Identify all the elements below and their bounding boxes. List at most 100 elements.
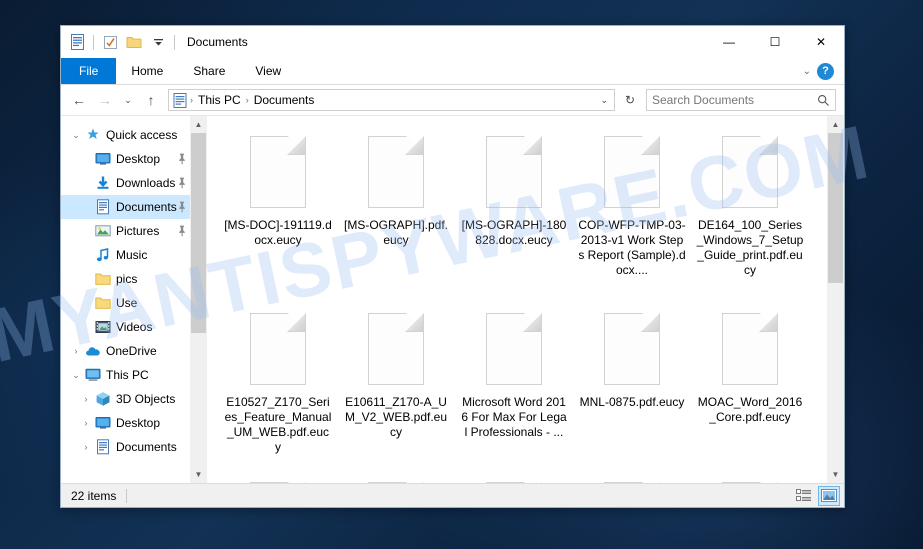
search-input[interactable]: Search Documents xyxy=(652,93,817,107)
view-mode-buttons xyxy=(793,485,840,506)
documents-folder-icon[interactable] xyxy=(65,30,89,54)
file-tile[interactable]: COP-WFP-TMP-03-2013-v1 Work Steps Report… xyxy=(573,128,691,305)
pin-icon[interactable] xyxy=(177,225,187,237)
forward-button[interactable]: → xyxy=(93,88,117,112)
maximize-button[interactable]: ☐ xyxy=(752,26,798,58)
generic-file-icon xyxy=(368,482,424,483)
file-name-label: DE164_100_Series_Windows_7_Setup_Guide_p… xyxy=(696,218,804,277)
file-tile[interactable]: Microsoft Word 2016 For Max For Legal Pr… xyxy=(455,305,573,482)
generic-file-icon xyxy=(486,482,542,483)
sidebar-item-videos[interactable]: ›Videos xyxy=(61,315,207,339)
sidebar-item-documents[interactable]: ›Documents xyxy=(61,195,207,219)
videos-icon xyxy=(93,319,113,335)
breadcrumb[interactable]: › This PC › Documents ⌄ xyxy=(168,89,615,111)
sidebar-item-pictures[interactable]: ›Pictures xyxy=(61,219,207,243)
ribbon-tab-bar: File Home Share View ⌄ ? xyxy=(61,58,844,85)
chevron-down-icon[interactable]: ⌄ xyxy=(69,130,83,141)
breadcrumb-item-documents[interactable]: Documents xyxy=(252,93,317,107)
music-icon xyxy=(93,247,113,263)
sidebar-item-label: OneDrive xyxy=(106,344,157,358)
file-name-label: Microsoft Word 2016 For Max For Legal Pr… xyxy=(461,395,567,439)
scroll-thumb[interactable] xyxy=(828,133,843,283)
file-tile-partial[interactable] xyxy=(573,482,691,483)
customize-qat-dropdown[interactable] xyxy=(146,30,170,54)
tab-share[interactable]: Share xyxy=(178,58,240,84)
sidebar-item-desktop[interactable]: ›Desktop xyxy=(61,411,207,435)
file-tile[interactable]: MNL-0875.pdf.eucy xyxy=(573,305,691,482)
pin-icon[interactable] xyxy=(177,201,187,213)
scroll-track[interactable] xyxy=(827,133,844,466)
navigation-pane: ⌄Quick access›Desktop›Downloads›Document… xyxy=(61,116,207,483)
generic-file-icon xyxy=(368,136,424,208)
new-folder-icon[interactable] xyxy=(122,30,146,54)
chevron-down-icon[interactable]: ⌄ xyxy=(803,66,811,77)
file-list-scrollbar[interactable]: ▲ ▼ xyxy=(827,116,844,483)
minimize-button[interactable]: — xyxy=(706,26,752,58)
breadcrumb-dropdown-icon[interactable]: ⌄ xyxy=(600,95,610,106)
scroll-up-icon[interactable]: ▲ xyxy=(190,116,207,133)
file-tile[interactable]: E10527_Z170_Series_Feature_Manual_UM_WEB… xyxy=(219,305,337,482)
documents-icon xyxy=(93,439,113,455)
file-tile-partial[interactable] xyxy=(455,482,573,483)
breadcrumb-separator-1[interactable]: › xyxy=(190,95,193,105)
file-tile[interactable]: [MS-OGRAPH].pdf.eucy xyxy=(337,128,455,305)
file-tile[interactable]: MOAC_Word_2016_Core.pdf.eucy xyxy=(691,305,809,482)
3d-objects-icon xyxy=(93,391,113,407)
scroll-up-icon[interactable]: ▲ xyxy=(827,116,844,133)
file-list-pane[interactable]: [MS-DOC]-191119.docx.eucy [MS-OGRAPH].pdf… xyxy=(207,116,844,483)
sidebar-item-this-pc[interactable]: ⌄ This PC xyxy=(61,363,207,387)
scroll-down-icon[interactable]: ▼ xyxy=(827,466,844,483)
sidebar-item-label: This PC xyxy=(106,368,149,382)
sidebar-item-desktop[interactable]: ›Desktop xyxy=(61,147,207,171)
scroll-thumb[interactable] xyxy=(191,133,206,333)
chevron-down-icon[interactable]: ⌄ xyxy=(69,370,83,381)
help-icon[interactable]: ? xyxy=(817,62,834,80)
file-tile-partial[interactable] xyxy=(337,482,455,483)
up-button[interactable]: ↑ xyxy=(139,88,163,112)
file-tile[interactable]: E10611_Z170-A_UM_V2_WEB.pdf.eucy xyxy=(337,305,455,482)
details-view-icon[interactable] xyxy=(793,486,815,506)
refresh-button[interactable]: ↻ xyxy=(620,89,640,111)
close-button[interactable]: ✕ xyxy=(798,26,844,58)
recent-locations-button[interactable]: ⌄ xyxy=(119,88,137,112)
sidebar-item-label: Downloads xyxy=(116,176,176,190)
file-tile-partial[interactable] xyxy=(691,482,809,483)
file-tile[interactable]: [MS-DOC]-191119.docx.eucy xyxy=(219,128,337,305)
scroll-track[interactable] xyxy=(190,133,207,466)
large-icons-view-icon[interactable] xyxy=(818,485,840,506)
sidebar-item-onedrive[interactable]: › OneDrive xyxy=(61,339,207,363)
back-button[interactable]: ← xyxy=(67,88,91,112)
search-box[interactable]: Search Documents xyxy=(646,89,836,111)
chevron-right-icon[interactable]: › xyxy=(79,418,93,428)
sidebar-item-downloads[interactable]: ›Downloads xyxy=(61,171,207,195)
search-icon xyxy=(817,94,830,107)
file-name-label: E10527_Z170_Series_Feature_Manual_UM_WEB… xyxy=(224,395,332,454)
pin-icon[interactable] xyxy=(177,153,187,165)
tab-file[interactable]: File xyxy=(61,58,117,84)
generic-file-icon xyxy=(604,136,660,208)
breadcrumb-separator-2[interactable]: › xyxy=(246,95,249,105)
file-tile-partial[interactable] xyxy=(219,482,337,483)
qat-divider-2 xyxy=(174,34,175,50)
breadcrumb-item-this-pc[interactable]: This PC xyxy=(196,93,243,107)
file-tile[interactable]: DE164_100_Series_Windows_7_Setup_Guide_p… xyxy=(691,128,809,305)
file-tile[interactable]: [MS-OGRAPH]-180828.docx.eucy xyxy=(455,128,573,305)
navigation-scrollbar[interactable]: ▲ ▼ xyxy=(190,116,207,483)
tab-view[interactable]: View xyxy=(240,58,296,84)
chevron-right-icon[interactable]: › xyxy=(79,442,93,452)
sidebar-item-use[interactable]: ›Use xyxy=(61,291,207,315)
chevron-right-icon[interactable]: › xyxy=(69,346,83,356)
sidebar-item-quick-access[interactable]: ⌄ Quick access xyxy=(61,123,207,147)
folder-icon xyxy=(93,295,113,311)
file-name-label: COP-WFP-TMP-03-2013-v1 Work Steps Report… xyxy=(578,218,686,277)
tab-home[interactable]: Home xyxy=(116,58,178,84)
properties-icon[interactable] xyxy=(98,30,122,54)
sidebar-item-3d-objects[interactable]: › 3D Objects xyxy=(61,387,207,411)
pin-icon[interactable] xyxy=(177,177,187,189)
sidebar-item-pics[interactable]: ›pics xyxy=(61,267,207,291)
qat-divider xyxy=(93,34,94,50)
scroll-down-icon[interactable]: ▼ xyxy=(190,466,207,483)
sidebar-item-documents[interactable]: ›Documents xyxy=(61,435,207,459)
sidebar-item-music[interactable]: ›Music xyxy=(61,243,207,267)
chevron-right-icon[interactable]: › xyxy=(79,394,93,404)
